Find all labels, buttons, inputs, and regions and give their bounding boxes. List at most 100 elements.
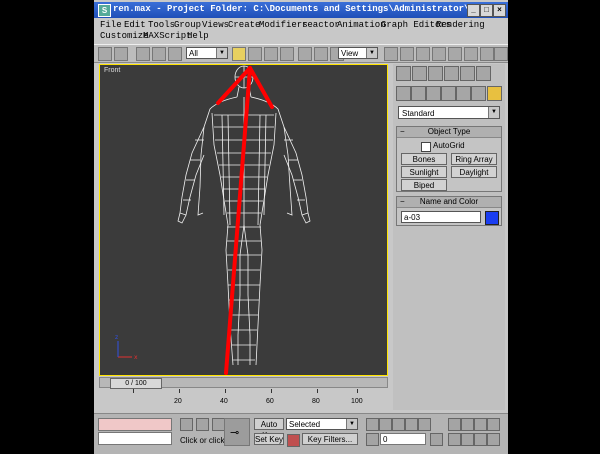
motion-tab-icon[interactable] [444,66,459,81]
next-frame-icon[interactable] [405,418,418,431]
front-viewport[interactable]: Front x z [99,64,388,376]
geometry-icon[interactable] [396,86,411,101]
select-rotate-icon[interactable] [314,47,328,61]
sunlight-button[interactable]: Sunlight [401,166,447,178]
status-bar: Click or click ⊸ Auto Key Selected ▼ Set… [94,413,508,454]
key-filters-button[interactable]: Key Filters... [302,433,358,445]
time-slider-thumb[interactable]: 0 / 100 [110,378,162,389]
autogrid-checkbox[interactable] [421,142,431,152]
object-color-swatch[interactable] [485,211,499,225]
menu-file[interactable]: File [100,20,122,30]
create-tab-icon[interactable] [396,66,411,81]
ring-array-button[interactable]: Ring Array [451,153,497,165]
menu-views[interactable]: Views [202,20,229,30]
menu-create[interactable]: Create [228,20,260,30]
object-name-field[interactable]: a-03 [401,211,481,223]
autogrid-label: AutoGrid [433,141,465,150]
rectangular-selection-icon[interactable] [264,47,278,61]
align-icon[interactable] [416,47,430,61]
pan-icon[interactable] [461,433,474,446]
material-editor-icon[interactable] [464,47,478,61]
category-combo[interactable]: Standard ▼ [398,106,500,119]
pivot-icon[interactable] [384,47,398,61]
close-button[interactable]: × [493,4,506,17]
render-scene-icon[interactable] [480,47,494,61]
space-warps-icon[interactable] [471,86,486,101]
track-bar[interactable]: 20 40 60 80 100 [99,389,388,411]
menu-help[interactable]: Help [187,31,209,41]
layer-manager-icon[interactable] [432,47,446,61]
daylight-button[interactable]: Daylight [451,166,497,178]
helpers-icon[interactable] [456,86,471,101]
menu-edit[interactable]: Edit [124,20,146,30]
key-toggle-icon[interactable] [287,434,300,447]
field-of-view-icon[interactable] [448,433,461,446]
biped-button[interactable]: Biped [401,179,447,191]
maxscript-output-mini[interactable] [98,432,172,445]
menu-customize[interactable]: Customize [100,31,149,41]
previous-frame-icon[interactable] [379,418,392,431]
maximize-viewport-icon[interactable] [487,433,500,446]
systems-icon[interactable] [487,86,502,101]
wireframe-figure: x z [115,65,311,375]
menu-group[interactable]: Group [174,20,201,30]
hierarchy-tab-icon[interactable] [428,66,443,81]
arc-rotate-icon[interactable] [474,433,487,446]
key-mode-combo[interactable]: Selected ▼ [286,418,358,430]
bind-space-warp-icon[interactable] [168,47,182,61]
menu-modifiers[interactable]: Modifiers [259,20,308,30]
absolute-mode-icon[interactable] [196,418,209,431]
zoom-extents-all-icon[interactable] [487,418,500,431]
name-and-color-header[interactable]: − Name and Color [397,197,501,208]
play-icon[interactable] [392,418,405,431]
auto-key-button[interactable]: Auto Key [254,418,284,440]
app-icon[interactable]: S [98,4,111,17]
time-configuration-icon[interactable] [430,433,443,446]
zoom-extents-icon[interactable] [474,418,487,431]
undo-icon[interactable] [98,47,112,61]
menu-maxscript[interactable]: MAXScript [143,31,192,41]
select-object-icon[interactable] [232,47,246,61]
quick-render-icon[interactable] [494,47,508,61]
object-type-header[interactable]: − Object Type [397,127,501,138]
menu-animation[interactable]: Animation [337,20,386,30]
modify-tab-icon[interactable] [412,66,427,81]
curve-editor-icon[interactable] [448,47,462,61]
lights-icon[interactable] [426,86,441,101]
reference-coord-combo[interactable]: View ▼ [338,47,378,59]
cameras-icon[interactable] [441,86,456,101]
maximize-button[interactable]: □ [480,4,493,17]
current-frame-field[interactable]: 0 [380,433,426,445]
shapes-icon[interactable] [411,86,426,101]
set-key-button[interactable]: Set Key [254,433,284,445]
selection-filter-combo[interactable]: All ▼ [186,47,228,59]
menu-tools[interactable]: Tools [148,20,175,30]
go-to-start-icon[interactable] [366,418,379,431]
title-bar[interactable]: S ren.max - Project Folder: C:\Documents… [94,2,508,18]
select-by-name-icon[interactable] [248,47,262,61]
chevron-down-icon: ▼ [488,107,499,118]
go-to-end-icon[interactable] [418,418,431,431]
time-slider[interactable]: 0 / 100 [99,377,388,389]
mirror-icon[interactable] [400,47,414,61]
minimize-button[interactable]: _ [467,4,480,17]
lock-selection-icon[interactable] [180,418,193,431]
ruler-label: 80 [312,398,320,405]
select-move-icon[interactable] [298,47,312,61]
window-crossing-icon[interactable] [280,47,294,61]
redo-icon[interactable] [114,47,128,61]
link-icon[interactable] [136,47,150,61]
unlink-icon[interactable] [152,47,166,61]
zoom-all-icon[interactable] [461,418,474,431]
utilities-tab-icon[interactable] [476,66,491,81]
ruler-tick [225,389,226,393]
menu-rendering[interactable]: Rendering [436,20,485,30]
collapse-icon: − [400,197,405,206]
display-tab-icon[interactable] [460,66,475,81]
key-mode-toggle-icon[interactable] [366,433,379,446]
zoom-icon[interactable] [448,418,461,431]
set-key-large-button[interactable]: ⊸ [224,418,250,446]
bones-button[interactable]: Bones [401,153,447,165]
maxscript-listener-mini[interactable] [98,418,172,431]
menu-reactor[interactable]: reactor [302,20,340,30]
